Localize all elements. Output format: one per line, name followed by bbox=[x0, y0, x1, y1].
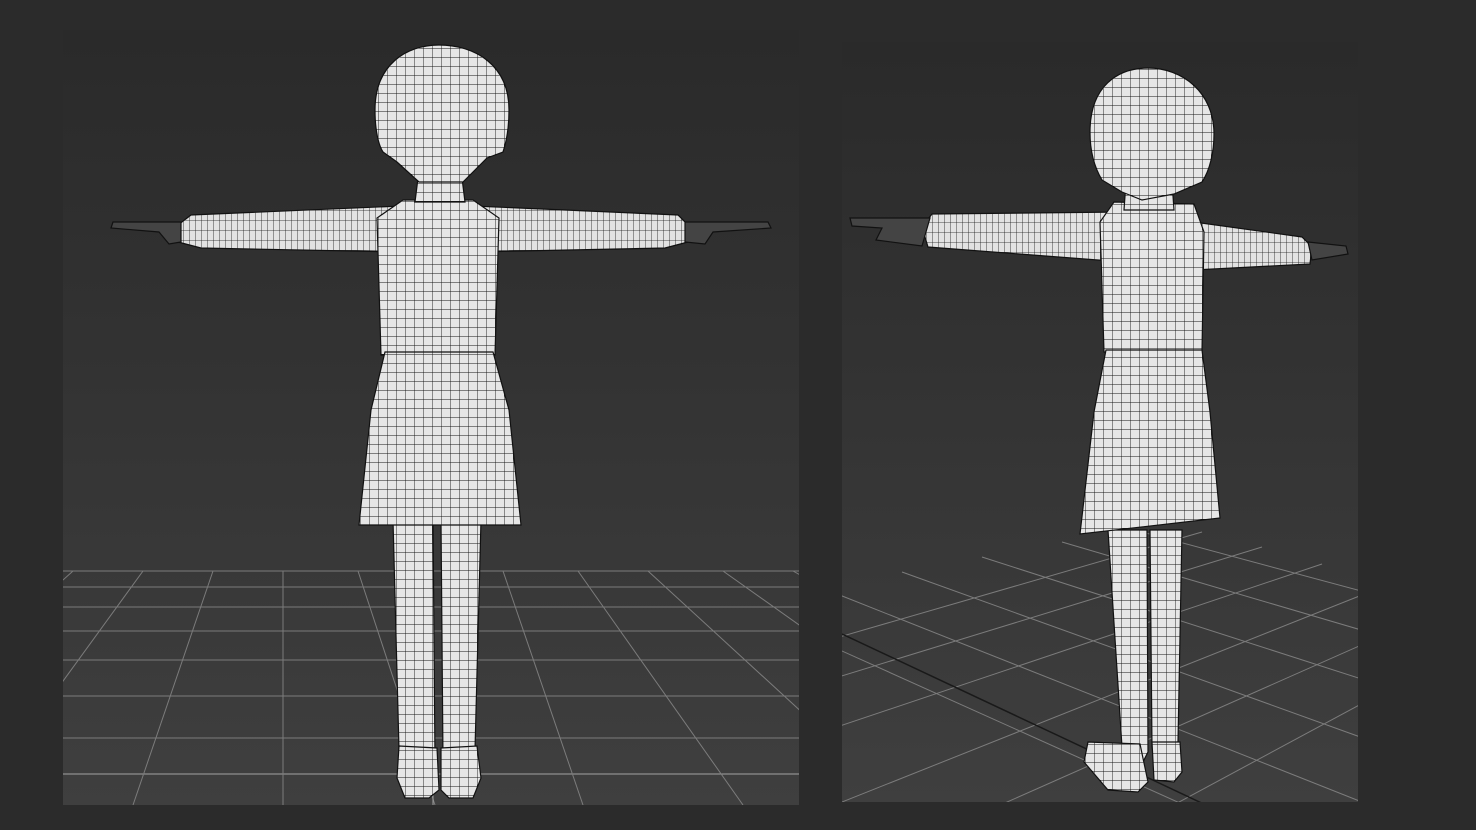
torso bbox=[376, 199, 500, 356]
left-hand bbox=[849, 217, 931, 247]
left-hand bbox=[110, 221, 182, 245]
right-shoe bbox=[1151, 741, 1183, 783]
left-shoe bbox=[396, 745, 440, 799]
character-mesh-perspective[interactable] bbox=[849, 67, 1349, 793]
left-leg bbox=[1107, 529, 1149, 773]
right-shoe bbox=[440, 745, 482, 799]
right-arm bbox=[1193, 221, 1313, 271]
viewport-back[interactable] bbox=[63, 30, 799, 805]
viewport-perspective[interactable] bbox=[842, 42, 1358, 802]
right-arm bbox=[472, 205, 689, 253]
viewport-back-canvas bbox=[63, 44, 799, 805]
character-mesh-back[interactable] bbox=[110, 44, 772, 799]
right-hand bbox=[684, 221, 772, 245]
left-shoe bbox=[1083, 741, 1149, 793]
head bbox=[1089, 67, 1215, 201]
left-arm bbox=[921, 211, 1125, 263]
viewport-perspective-canvas bbox=[842, 67, 1358, 802]
right-hand bbox=[1307, 241, 1349, 261]
skirt bbox=[1079, 349, 1221, 535]
left-arm bbox=[177, 205, 402, 253]
head bbox=[374, 44, 510, 183]
skirt bbox=[358, 351, 522, 526]
torso bbox=[1099, 201, 1205, 353]
right-leg bbox=[1149, 529, 1183, 773]
